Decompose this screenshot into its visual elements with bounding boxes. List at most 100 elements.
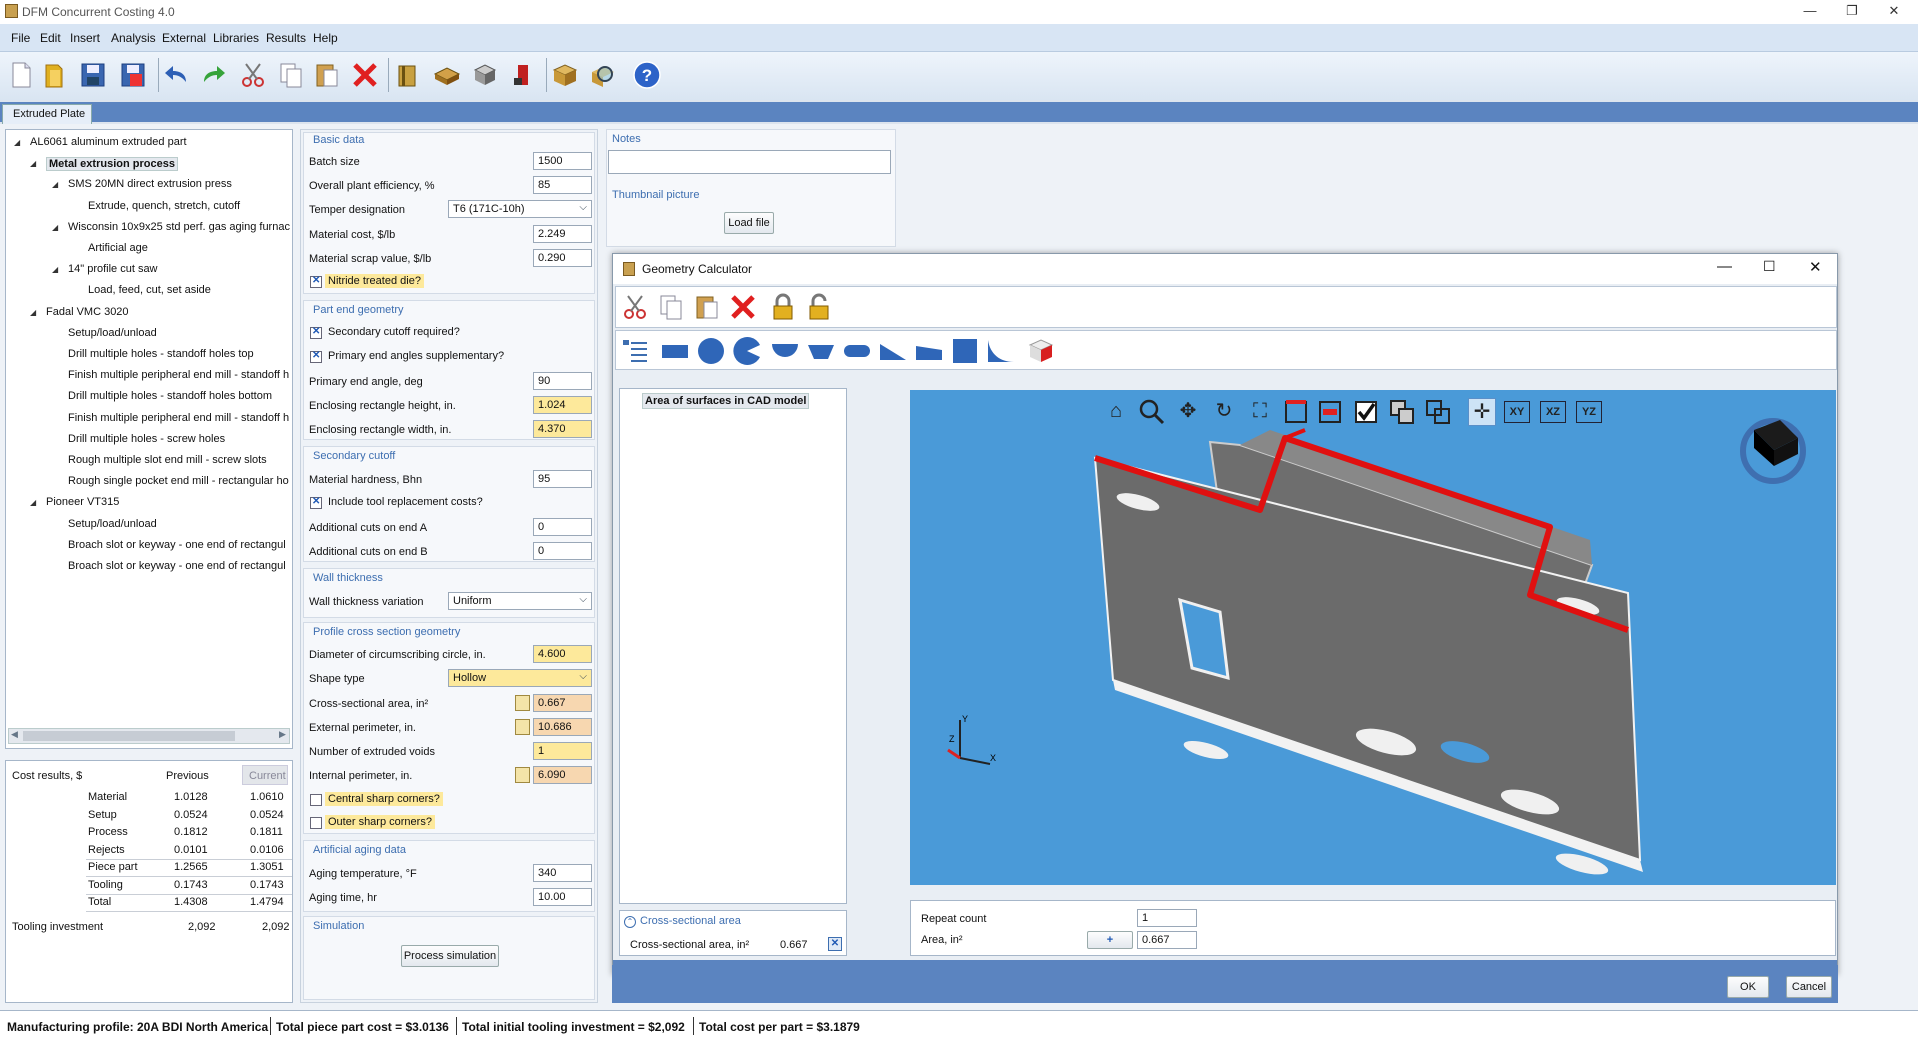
copy-icon[interactable] [276, 60, 306, 90]
secondary-cutoff-checkbox[interactable] [310, 326, 322, 339]
collapse-icon[interactable]: ⌃ [624, 916, 636, 928]
unlock-icon[interactable] [804, 292, 834, 322]
menu-help[interactable]: Help [313, 31, 338, 45]
lock-icon[interactable] [768, 292, 798, 322]
material-library-icon[interactable] [392, 60, 422, 90]
tree-item[interactable]: Extrude, quench, stretch, cutoff [88, 200, 240, 212]
help-icon[interactable]: ? [632, 60, 662, 90]
expand-triangle-icon[interactable]: ◢ [52, 180, 58, 189]
tab-extruded-plate[interactable]: Extruded Plate [2, 104, 92, 124]
central-corners-checkbox[interactable] [310, 794, 322, 806]
wall-variation-select[interactable]: Uniform ⌵ [448, 592, 592, 610]
parallelogram-shape-icon[interactable] [914, 336, 944, 366]
nitride-die-checkbox[interactable] [310, 275, 322, 288]
external-perimeter-input[interactable]: 10.686 [533, 718, 592, 736]
tree-item[interactable]: Broach slot or keyway - one end of recta… [68, 560, 286, 572]
tree-item[interactable]: Wisconsin 10x9x25 std perf. gas aging fu… [68, 221, 290, 233]
tree-item[interactable]: Pioneer VT315 [46, 496, 119, 508]
close-button[interactable]: ✕ [1874, 2, 1914, 20]
minimize-button[interactable]: — [1790, 2, 1830, 20]
add-area-button[interactable]: + [1087, 931, 1133, 949]
process-simulation-button[interactable]: Process simulation [401, 945, 499, 967]
fillet-shape-icon[interactable] [986, 336, 1016, 366]
expand-triangle-icon[interactable]: ◢ [52, 265, 58, 274]
tooling-icon[interactable] [508, 60, 538, 90]
scrap-value-input[interactable]: 0.290 [533, 249, 592, 267]
dialog-minimize-button[interactable]: — [1717, 258, 1732, 275]
circle-shape-icon[interactable] [696, 336, 726, 366]
cuts-a-input[interactable]: 0 [533, 518, 592, 536]
ok-button[interactable]: OK [1727, 976, 1769, 998]
calculator-icon[interactable] [515, 695, 530, 711]
menu-analysis[interactable]: Analysis [111, 31, 156, 45]
tree-item[interactable]: 14" profile cut saw [68, 263, 158, 275]
tree-item[interactable]: Setup/load/unload [68, 518, 157, 530]
tree-hscrollbar[interactable]: ◀ ▶ [8, 728, 290, 744]
voids-input[interactable]: 1 [533, 742, 592, 760]
internal-perimeter-input[interactable]: 6.090 [533, 766, 592, 784]
maximize-button[interactable]: ❐ [1832, 2, 1872, 20]
menu-libraries[interactable]: Libraries [213, 31, 259, 45]
load-file-button[interactable]: Load file [724, 212, 774, 234]
diameter-input[interactable]: 4.600 [533, 645, 592, 663]
menu-results[interactable]: Results [266, 31, 306, 45]
delete-icon[interactable] [728, 292, 758, 322]
cut-icon[interactable] [238, 60, 268, 90]
save-icon[interactable] [78, 60, 108, 90]
list-view-icon[interactable] [620, 336, 650, 366]
tree-item[interactable]: AL6061 aluminum extruded part [30, 136, 187, 148]
material-cost-input[interactable]: 2.249 [533, 225, 592, 243]
tree-item[interactable]: Rough single pocket end mill - rectangul… [68, 475, 289, 487]
slot-shape-icon[interactable] [842, 336, 872, 366]
delete-icon[interactable] [350, 60, 380, 90]
tree-item[interactable]: Load, feed, cut, set aside [88, 284, 211, 296]
sector-shape-icon[interactable] [732, 336, 762, 366]
tree-item[interactable]: Drill multiple holes - standoff holes bo… [68, 390, 272, 402]
aging-time-input[interactable]: 10.00 [533, 888, 592, 906]
dialog-maximize-button[interactable]: ☐ [1763, 258, 1776, 275]
tree-item[interactable]: Artificial age [88, 242, 148, 254]
notes-input[interactable] [608, 150, 891, 174]
inspect-icon[interactable] [588, 60, 618, 90]
dialog-close-button[interactable]: ✕ [1809, 258, 1822, 276]
orientation-cube-icon[interactable] [1746, 412, 1806, 472]
outer-corners-checkbox[interactable] [310, 817, 322, 829]
batch-size-input[interactable]: 1500 [533, 152, 592, 170]
new-file-icon[interactable] [6, 60, 36, 90]
tree-item[interactable]: Drill multiple holes - standoff holes to… [68, 348, 254, 360]
tree-item[interactable]: Finish multiple peripheral end mill - st… [68, 369, 289, 381]
cad-viewport[interactable]: ⌂ ✥ ↻ ⛶ ✛ XY XZ YZ Y Z X [910, 390, 1836, 885]
repeat-count-input[interactable]: 1 [1137, 909, 1197, 927]
calculator-icon[interactable] [515, 719, 530, 735]
temper-designation-select[interactable]: T6 (171C-10h) ⌵ [448, 200, 592, 218]
tree-item[interactable]: Finish multiple peripheral end mill - st… [68, 412, 289, 424]
tree-item[interactable]: Broach slot or keyway - one end of recta… [68, 539, 286, 551]
tree-item[interactable]: Metal extrusion process [46, 157, 178, 172]
cancel-button[interactable]: Cancel [1786, 976, 1832, 998]
cuts-b-input[interactable]: 0 [533, 542, 592, 560]
menu-edit[interactable]: Edit [40, 31, 61, 45]
tree-item[interactable]: SMS 20MN direct extrusion press [68, 178, 232, 190]
aging-temp-input[interactable]: 340 [533, 864, 592, 882]
semicircle-shape-icon[interactable] [770, 336, 800, 366]
tree-item[interactable]: Rough multiple slot end mill - screw slo… [68, 454, 267, 466]
triangle-shape-icon[interactable] [878, 336, 908, 366]
primary-angle-input[interactable]: 90 [533, 372, 592, 390]
paste-icon[interactable] [692, 292, 722, 322]
expand-triangle-icon[interactable]: ◢ [30, 498, 36, 507]
expand-triangle-icon[interactable]: ◢ [30, 308, 36, 317]
machine-icon[interactable] [470, 60, 500, 90]
expand-triangle-icon[interactable]: ◢ [14, 138, 20, 147]
tree-item[interactable]: Setup/load/unload [68, 327, 157, 339]
copy-icon[interactable] [656, 292, 686, 322]
tree-item[interactable]: Drill multiple holes - screw holes [68, 433, 225, 445]
rectangle-shape-icon[interactable] [660, 336, 690, 366]
plant-efficiency-input[interactable]: 85 [533, 176, 592, 194]
menu-external[interactable]: External [162, 31, 206, 45]
square-shape-icon[interactable] [950, 336, 980, 366]
tool-replacement-checkbox[interactable] [310, 496, 322, 509]
save-as-icon[interactable] [118, 60, 148, 90]
trapezoid-shape-icon[interactable] [806, 336, 836, 366]
expand-triangle-icon[interactable]: ◢ [52, 223, 58, 232]
shape-type-select[interactable]: Hollow ⌵ [448, 669, 592, 687]
